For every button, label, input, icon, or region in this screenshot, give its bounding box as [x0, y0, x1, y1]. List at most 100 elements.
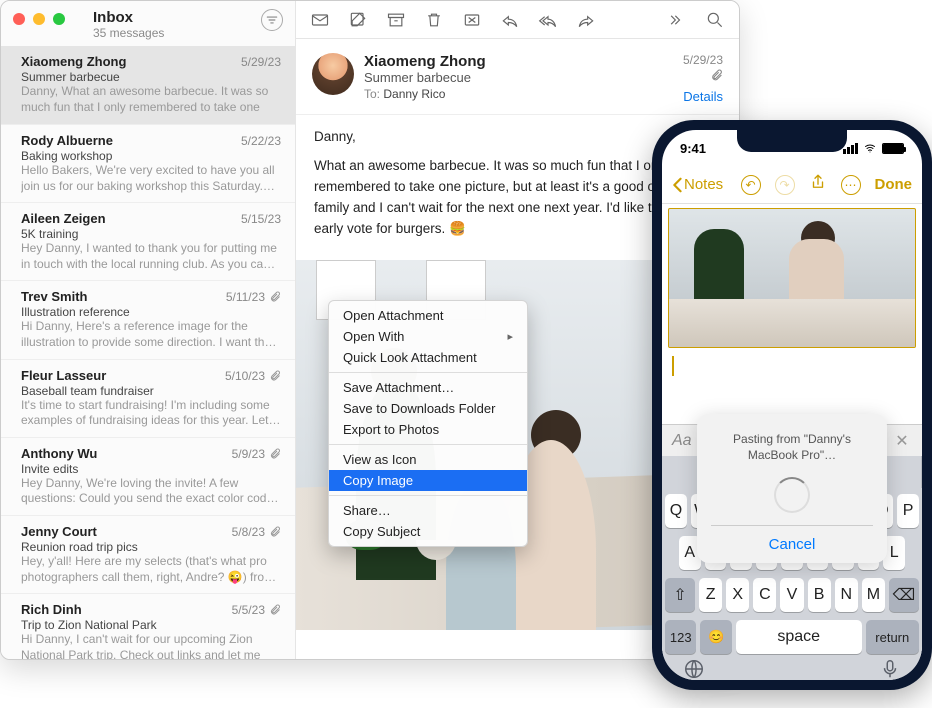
envelope-icon[interactable] [310, 10, 330, 30]
zoom-window[interactable] [53, 13, 65, 25]
msg-sender: Aileen Zeigen [21, 211, 106, 226]
redo-icon[interactable]: ↷ [775, 175, 795, 195]
ctx-item[interactable]: Export to Photos [329, 419, 527, 440]
paperclip-icon [269, 526, 281, 538]
chevron-left-icon [672, 177, 682, 193]
message-row[interactable]: Jenny Court5/8/23Reunion road trip picsH… [1, 516, 295, 594]
globe-icon[interactable] [683, 658, 705, 680]
notes-body[interactable]: Pasting from "Danny's MacBook Pro"… Canc… [662, 204, 922, 680]
close-format-bar-icon[interactable]: ✕ [892, 431, 912, 451]
ctx-label: Open With [343, 329, 404, 344]
ctx-item[interactable]: Save to Downloads Folder [329, 398, 527, 419]
share-icon[interactable] [809, 172, 827, 197]
aa-icon[interactable]: Aa [672, 432, 692, 450]
ctx-item[interactable]: Save Attachment… [329, 377, 527, 398]
text-cursor [672, 356, 674, 376]
ctx-item[interactable]: Quick Look Attachment [329, 347, 527, 368]
msg-sender: Jenny Court [21, 524, 97, 539]
msg-subject: Invite edits [21, 462, 281, 476]
filter-icon[interactable] [261, 9, 283, 31]
key-z[interactable]: Z [699, 578, 722, 612]
close-window[interactable] [13, 13, 25, 25]
ctx-item[interactable]: Open With▸ [329, 326, 527, 347]
sidebar: Inbox 35 messages Xiaomeng Zhong5/29/23S… [1, 1, 296, 659]
message-row[interactable]: Trev Smith5/11/23Illustration referenceH… [1, 281, 295, 359]
forward-icon[interactable] [576, 10, 596, 30]
trash-icon[interactable] [424, 10, 444, 30]
undo-icon[interactable]: ↶ [741, 175, 761, 195]
notch [737, 130, 847, 152]
spinner-icon [774, 477, 810, 513]
paste-title: Pasting from "Danny's MacBook Pro"… [711, 432, 873, 463]
message-header: Xiaomeng Zhong Summer barbecue To: Danny… [296, 39, 739, 115]
msg-subject: Trip to Zion National Park [21, 618, 281, 632]
ctx-item[interactable]: Copy Subject [329, 521, 527, 542]
key-p[interactable]: P [897, 494, 919, 528]
message-row[interactable]: Rody Albuerne5/22/23Baking workshopHello… [1, 125, 295, 203]
cancel-button[interactable]: Cancel [711, 525, 873, 563]
ctx-label: Open Attachment [343, 308, 443, 323]
window-controls[interactable] [13, 13, 65, 25]
msg-subject: 5K training [21, 227, 281, 241]
paperclip-icon [269, 448, 281, 460]
ctx-label: Export to Photos [343, 422, 439, 437]
reply-all-icon[interactable] [538, 10, 558, 30]
sidebar-title-block: Inbox 35 messages [93, 9, 261, 40]
search-icon[interactable] [705, 10, 725, 30]
msg-preview: Hey, y'all! Here are my selects (that's … [21, 554, 281, 585]
ctx-item[interactable]: View as Icon [329, 449, 527, 470]
ctx-item[interactable]: Share… [329, 500, 527, 521]
message-list[interactable]: Xiaomeng Zhong5/29/23Summer barbecueDann… [1, 46, 295, 659]
key-v[interactable]: V [780, 578, 803, 612]
mic-icon[interactable] [879, 658, 901, 680]
more-circle-icon[interactable]: ⋯ [841, 175, 861, 195]
key-b[interactable]: B [808, 578, 831, 612]
shift-key[interactable]: ⇧ [665, 578, 695, 612]
msg-preview: It's time to start fundraising! I'm incl… [21, 398, 281, 429]
mail-toolbar [296, 1, 739, 39]
ctx-item[interactable]: Open Attachment [329, 305, 527, 326]
emoji-key[interactable]: 😊 [700, 620, 731, 654]
space-key[interactable]: space [736, 620, 862, 654]
done-button[interactable]: Done [875, 176, 913, 193]
key-n[interactable]: N [835, 578, 858, 612]
delete-key[interactable]: ⌫ [889, 578, 919, 612]
msg-sender: Xiaomeng Zhong [21, 54, 126, 69]
msg-date: 5/22/23 [241, 134, 281, 148]
key-m[interactable]: M [862, 578, 885, 612]
header-sender: Xiaomeng Zhong [364, 53, 653, 70]
context-menu[interactable]: Open Attachment Open With▸Quick Look Atta… [328, 300, 528, 547]
ctx-item[interactable]: Copy Image [329, 470, 527, 491]
message-row[interactable]: Anthony Wu5/9/23Invite editsHey Danny, W… [1, 438, 295, 516]
key-x[interactable]: X [726, 578, 749, 612]
ctx-label: Copy Subject [343, 524, 420, 539]
message-row[interactable]: Rich Dinh5/5/23Trip to Zion National Par… [1, 594, 295, 659]
compose-icon[interactable] [348, 10, 368, 30]
msg-preview: Hi Danny, Here's a reference image for t… [21, 319, 281, 350]
minimize-window[interactable] [33, 13, 45, 25]
status-time: 9:41 [680, 141, 706, 156]
notes-back-button[interactable]: Notes [672, 176, 723, 193]
ctx-label: Copy Image [343, 473, 413, 488]
archive-icon[interactable] [386, 10, 406, 30]
mailbox-title: Inbox [93, 9, 261, 26]
key-c[interactable]: C [753, 578, 776, 612]
msg-preview: Hey Danny, We're loving the invite! A fe… [21, 476, 281, 507]
key-123[interactable]: 123 [665, 620, 696, 654]
reply-icon[interactable] [500, 10, 520, 30]
return-key[interactable]: return [866, 620, 919, 654]
pasted-image[interactable] [668, 208, 916, 348]
msg-sender: Trev Smith [21, 289, 87, 304]
junk-icon[interactable] [462, 10, 482, 30]
attachment-icon [653, 69, 723, 85]
paperclip-icon [269, 370, 281, 382]
details-link[interactable]: Details [653, 89, 723, 104]
message-row[interactable]: Fleur Lasseur5/10/23Baseball team fundra… [1, 360, 295, 438]
iphone-screen: 9:41 Notes ↶ ↷ ⋯ Done [662, 130, 922, 680]
message-row[interactable]: Aileen Zeigen5/15/235K trainingHey Danny… [1, 203, 295, 281]
key-q[interactable]: Q [665, 494, 687, 528]
message-row[interactable]: Xiaomeng Zhong5/29/23Summer barbecueDann… [1, 46, 295, 125]
more-icon[interactable] [667, 10, 687, 30]
avatar [312, 53, 354, 95]
msg-preview: Hi Danny, I can't wait for our upcoming … [21, 632, 281, 659]
